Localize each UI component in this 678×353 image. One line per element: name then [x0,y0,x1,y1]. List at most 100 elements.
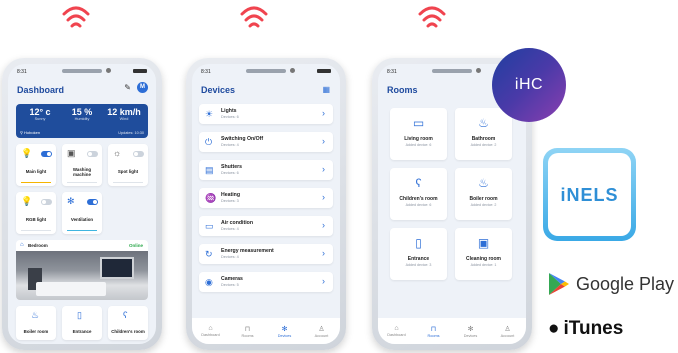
washing-machine-toggle[interactable] [87,151,98,157]
edit-icon[interactable]: ✎ [124,83,131,92]
device-name: Air condition [221,220,253,226]
device-item-switching[interactable]: ⏻ Switching On/Off Devices: 4 › [199,132,333,152]
weather-humidity: 15 % Humidity [62,107,102,121]
tile-main-light[interactable]: 💡 Main light [16,144,56,186]
temp-label: Sunny [34,117,46,121]
wifi-icon [414,4,450,34]
device-name: Switching On/Off [221,136,264,142]
devices-icon: ✻ [281,325,288,333]
room-entrance[interactable]: ▯ Entrance Added device: 3 [390,228,447,280]
main-light-toggle[interactable] [41,151,52,157]
tile-entrance[interactable]: ▯ Entrance [62,306,102,340]
device-name: Shutters [221,164,243,170]
room-boiler-room[interactable]: ♨ Boiler room Added device: 2 [455,168,512,220]
sofa-icon: ⊓ [430,325,437,333]
bed-icon: ⌂ [20,242,24,248]
spot-light-toggle[interactable] [133,151,144,157]
battery-icon [133,69,147,73]
home-icon: ⌂ [394,325,399,332]
device-item-shutters[interactable]: ▤ Shutters Devices: 6 › [199,160,333,180]
wifi-icon [236,4,272,34]
user-icon: ♙ [318,325,325,333]
fan-icon: ✻ [67,196,75,206]
bottom-nav: ⌂ Dashboard ⊓ Rooms ✻ Devices ♙ Account [192,318,340,344]
nav-dashboard[interactable]: ⌂ Dashboard [196,325,226,337]
tile-washing-machine[interactable]: ▣ Washing machine [62,144,102,186]
room-status: Online [128,243,143,248]
page-title: Rooms [387,85,418,95]
room-bathroom[interactable]: ♨ Bathroom Added device: 2 [455,108,512,160]
tile-bar [21,230,51,231]
camera-dot [106,68,111,73]
rgb-light-toggle[interactable] [41,199,52,205]
google-play-link[interactable]: Google Play [548,272,674,296]
device-item-lights[interactable]: ☀ Lights Devices: 6 › [199,104,333,124]
room-childrens-room[interactable]: ʕ Children's room Added device: 6 [390,168,447,220]
device-item-air-condition[interactable]: ▭ Air condition Devices: 4 › [199,216,333,236]
nav-devices[interactable]: ✻ Devices [456,325,486,338]
room-living-room[interactable]: ▭ Living room Added device: 6 [390,108,447,160]
device-name: Energy measurement [221,248,274,254]
user-icon: ♙ [504,325,511,333]
device-name: Cameras [221,276,243,282]
room-count: Added device: 2 [470,203,497,207]
bath-icon: ♨ [478,116,489,130]
grid-view-icon[interactable]: ▦ [322,85,330,94]
itunes-link[interactable]: ● iTunes [548,318,623,340]
nav-account[interactable]: ♙ Account [307,325,337,338]
devices-screen: 8:31 Devices ▦ ☀ Lights Devices: 6 › ⏻ S… [192,64,340,344]
room-name: Cleaning room [465,256,501,262]
device-item-cameras[interactable]: ◉ Cameras Devices: 5 › [199,272,333,292]
nav-dashboard[interactable]: ⌂ Dashboard [382,325,412,337]
chevron-right-icon: › [322,192,325,202]
nav-label: Dashboard [387,333,406,337]
apple-icon: ● [548,318,560,339]
device-count: Devices: 4 [221,143,239,147]
tile-rgb-light[interactable]: 💡 RGB light [16,192,56,234]
nav-devices[interactable]: ✻ Devices [270,325,300,338]
door-icon: ▯ [77,310,82,320]
room-name: Children's room [399,196,438,202]
ihc-badge: iHC [492,48,566,122]
tile-label: Washing machine [72,167,92,177]
phone-devices: 8:31 Devices ▦ ☀ Lights Devices: 6 › ⏻ S… [186,58,346,350]
chevron-right-icon: › [322,164,325,174]
tile-boiler-room[interactable]: ♨ Boiler room [16,306,56,340]
header-actions: ✎ M [124,82,148,93]
camera-dot [290,68,295,73]
wind-value: 12 km/h [107,107,141,117]
nav-rooms[interactable]: ⊓ Rooms [233,325,263,338]
tile-label: Children's room [111,329,145,334]
humidity-label: Humidity [74,117,90,121]
flame-icon: ♨ [478,176,489,190]
room-card-bedroom[interactable]: ⌂ Bedroom Online [16,240,148,300]
device-item-heating[interactable]: ♒ Heating Devices: 3 › [199,188,333,208]
nav-rooms[interactable]: ⊓ Rooms [419,325,449,338]
ventilation-toggle[interactable] [87,199,98,205]
nav-label: Dashboard [201,333,220,337]
chevron-right-icon: › [322,108,325,118]
status-bar: 8:31 [192,64,340,80]
room-cleaning-room[interactable]: ▣ Cleaning room Added device: 1 [455,228,512,280]
device-name: Heating [221,192,241,198]
tile-label: Entrance [72,329,92,334]
room-count: Added device: 3 [405,263,432,267]
tile-spot-light[interactable]: ☼ Spot light [108,144,148,186]
tile-childrens-room[interactable]: ʕ Children's room [108,306,148,340]
battery-icon [317,69,331,73]
room-name: Boiler room [469,196,498,202]
device-item-energy[interactable]: ↻ Energy measurement Devices: 4 › [199,244,333,264]
chevron-right-icon: › [322,136,325,146]
tv-icon: ▭ [412,116,425,130]
window-shape [100,257,134,279]
nav-label: Account [500,333,515,338]
device-name: Lights [221,108,237,114]
room-count: Added device: 6 [405,203,432,207]
nav-account[interactable]: ♙ Account [493,325,523,338]
tile-ventilation[interactable]: ✻ Ventilation [62,192,102,234]
avatar[interactable]: M [137,82,148,93]
device-count: Devices: 6 [221,171,239,175]
inels-app-icon[interactable]: iNELS [543,148,636,241]
room-name: Living room [404,136,433,142]
wind-label: Wind [119,117,129,121]
